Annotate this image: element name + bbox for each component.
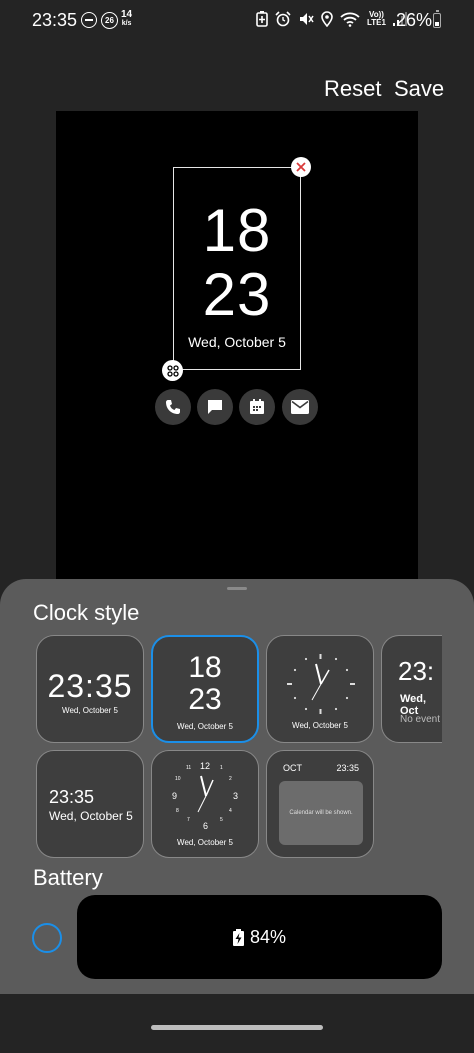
card-date: Wed, October 5 [177,722,233,731]
volte-bottom: LTE1 [367,18,386,27]
status-time: 23:35 [32,10,78,30]
card-event-note: No event [400,714,441,725]
clock-style-analog-dots[interactable]: Wed, October 5 [266,635,374,743]
clock-style-title: Clock style [33,600,140,625]
home-gesture-bar[interactable] [151,1025,323,1030]
card-hour: 18 [188,651,222,684]
remove-widget-button[interactable] [291,157,311,177]
preview-hour: 18 [202,197,272,264]
clock-style-with-events[interactable]: 23: Wed, Oct No event [381,635,442,743]
clock-widget-frame[interactable]: 18 23 Wed, October 5 [173,167,301,370]
card-date: Wed, October 5 [292,721,348,730]
battery-title: Battery [33,865,103,890]
card-minute: 23 [188,683,222,716]
card-date: Wed, October 5 [177,838,233,847]
clock-style-digital-left[interactable]: 23:35 Wed, October 5 [36,750,144,858]
clock-style-calendar[interactable]: OCT 23:35 Calendar will be shown. [266,750,374,858]
location-icon [321,11,333,27]
battery-icon [433,10,441,28]
shortcut-phone[interactable] [155,389,191,425]
shortcut-messages[interactable] [197,389,233,425]
alarm-icon [275,11,291,27]
volte-indicator: Vo)) LTE1 [367,11,386,27]
battery-saver-icon [256,11,268,27]
email-icon [291,400,309,414]
message-icon [208,400,222,414]
analog-clock-icon [287,654,355,714]
widget-options-button[interactable] [162,360,183,381]
wifi-icon [340,12,360,27]
preview-minute: 23 [202,261,272,328]
card-month: OCT [283,763,302,773]
card-time: 23:35 [47,668,133,704]
mute-icon [300,13,314,25]
card-date: Wed, October 5 [49,809,133,823]
status-icons: Vo)) LTE1 [256,11,407,27]
calendar-placeholder: Calendar will be shown. [279,781,363,845]
network-speed-value: 14 [121,9,133,20]
shortcut-email[interactable] [282,389,318,425]
card-time: 23:35 [336,763,359,773]
status-bar: 23:35 26 14 k/s Vo)) LTE1 26% [0,0,474,42]
clock-style-analog-numbers[interactable]: 12 3 6 9 10 11 1 2 4 5 7 8 Wed, October … [151,750,259,858]
customize-sheet: Clock style 23:35 Wed, October 5 18 23 W… [0,579,474,1053]
grid-icon [166,364,179,377]
clock-style-digital-stacked[interactable]: 18 23 Wed, October 5 [151,635,259,743]
card-time: 23:35 [49,787,95,807]
network-speed: 14 k/s [121,10,132,28]
navigation-bar [0,994,474,1053]
status-battery-percent: 26% [396,10,433,30]
battery-style-preview[interactable]: 84% [77,895,442,979]
reset-button[interactable]: Reset [324,76,381,102]
clock-style-digital-horizontal[interactable]: 23:35 Wed, October 5 [36,635,144,743]
battery-option-radio[interactable] [32,923,62,953]
card-date: Wed, October 5 [62,706,118,715]
battery-value: 84% [249,926,287,947]
preview-date: Wed, October 5 [188,334,286,350]
network-speed-unit: k/s [121,20,132,27]
shortcut-calendar[interactable] [239,389,275,425]
battery-charging-icon [232,928,244,946]
calendar-icon [250,399,264,414]
phone-icon [166,400,180,414]
card-time: 23: [398,656,435,686]
do-not-disturb-icon [81,12,97,28]
calendar-note: Calendar will be shown. [289,810,353,816]
sheet-drag-handle[interactable] [227,587,247,590]
notification-count-badge: 26 [101,12,118,29]
close-icon [296,162,306,172]
save-button[interactable]: Save [394,76,444,102]
